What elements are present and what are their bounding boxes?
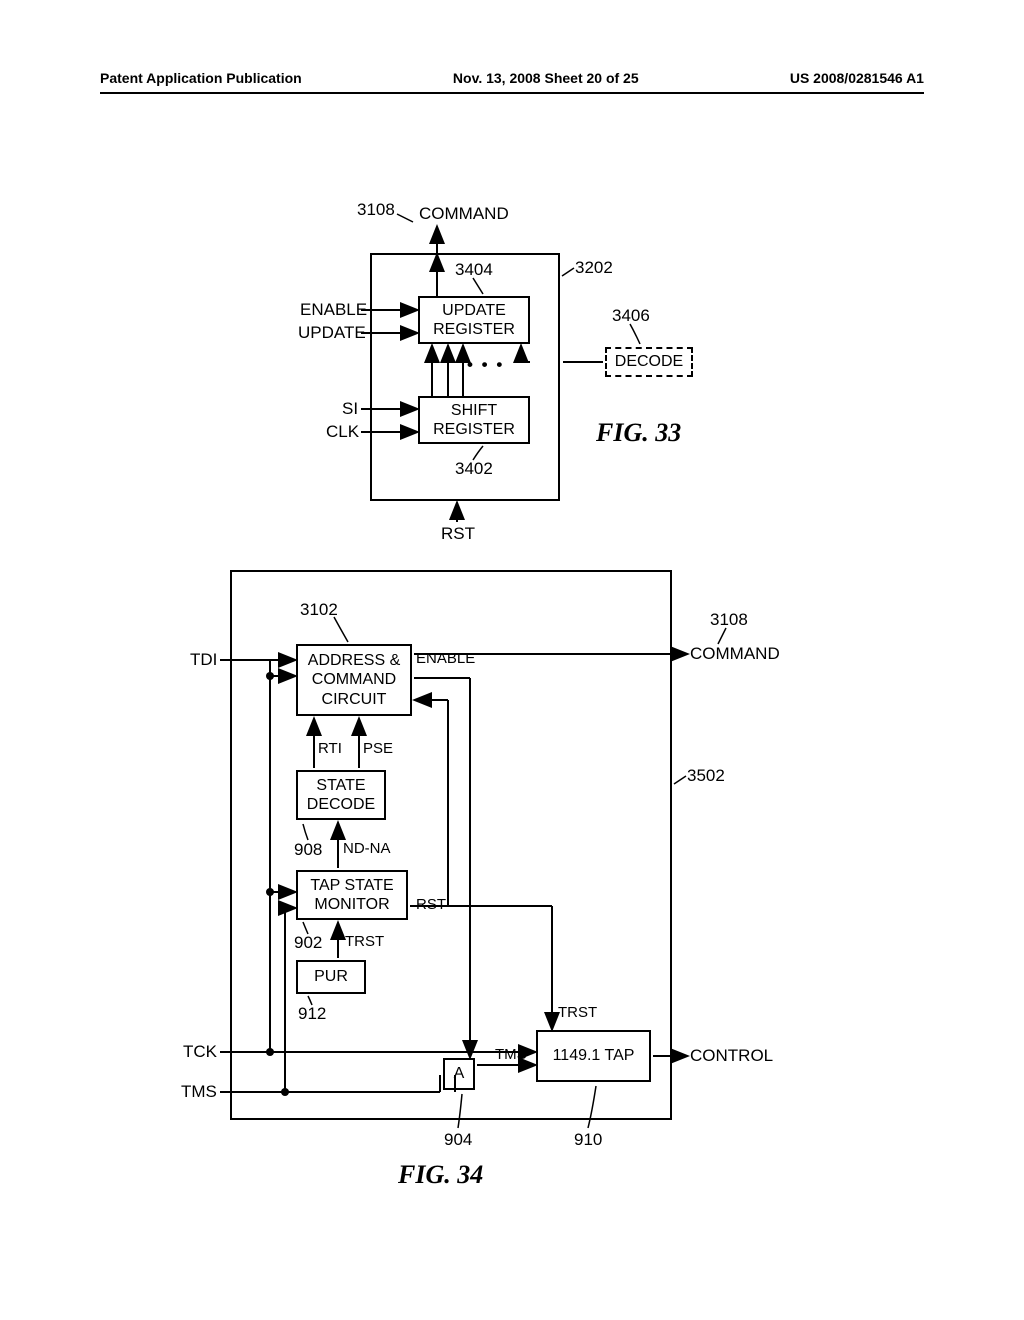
tap-line1: TAP STATE (310, 876, 393, 895)
tap-1149-block: 1149.1 TAP (536, 1030, 651, 1082)
decode-label: DECODE (615, 353, 683, 371)
header-right: US 2008/0281546 A1 (790, 70, 924, 86)
update-label: UPDATE (298, 323, 366, 343)
ref-3406: 3406 (612, 306, 650, 326)
state-line1: STATE (316, 776, 365, 795)
enable-label34: ENABLE (416, 650, 475, 667)
a-gate-block: A (443, 1058, 475, 1090)
ref-902: 902 (294, 933, 322, 953)
ref-3502: 3502 (687, 766, 725, 786)
pur-block: PUR (296, 960, 366, 994)
shift-register-line1: SHIFT (451, 401, 497, 420)
si-label: SI (342, 399, 358, 419)
ref-910: 910 (574, 1130, 602, 1150)
ref-3108: 3108 (357, 200, 395, 220)
addr-line1: ADDRESS & (308, 651, 400, 670)
a-label: A (454, 1064, 465, 1083)
tmsp-label: TMS' (495, 1046, 530, 1063)
update-register-line1: UPDATE (442, 301, 506, 320)
tdi-label: TDI (190, 650, 217, 670)
command-label: COMMAND (419, 204, 509, 224)
rti-label: RTI (318, 740, 342, 757)
ref-904: 904 (444, 1130, 472, 1150)
pur-label: PUR (314, 967, 348, 986)
shift-register-block: SHIFT REGISTER (418, 396, 530, 444)
state-decode-block: STATE DECODE (296, 770, 386, 820)
control-out-label: CONTROL (690, 1046, 773, 1066)
header-center: Nov. 13, 2008 Sheet 20 of 25 (453, 70, 639, 86)
rst-label34: RST (416, 896, 446, 913)
trst1-label: TRST (345, 933, 384, 950)
ref-3108-34: 3108 (710, 610, 748, 630)
tap1149-label: 1149.1 TAP (553, 1046, 635, 1065)
header-left: Patent Application Publication (100, 70, 302, 86)
addr-line3: CIRCUIT (322, 690, 387, 709)
fig34-label: FIG. 34 (398, 1160, 483, 1190)
ref-912: 912 (298, 1004, 326, 1024)
ref-3404: 3404 (455, 260, 493, 280)
ref-3202: 3202 (575, 258, 613, 278)
tck-label: TCK (183, 1042, 217, 1062)
ref-3402: 3402 (455, 459, 493, 479)
dots: • • • (467, 355, 504, 375)
clk-label: CLK (326, 422, 359, 442)
trst2-label: TRST (558, 1004, 597, 1021)
ref-3102: 3102 (300, 600, 338, 620)
shift-register-line2: REGISTER (433, 420, 515, 439)
ref-908: 908 (294, 840, 322, 860)
addr-line2: COMMAND (312, 670, 396, 689)
ndna-label: ND-NA (343, 840, 391, 857)
fig33-label: FIG. 33 (596, 418, 681, 448)
pse-label: PSE (363, 740, 393, 757)
enable-label: ENABLE (300, 300, 367, 320)
tms-label: TMS (181, 1082, 217, 1102)
command-out-label: COMMAND (690, 644, 780, 664)
rst-label: RST (441, 524, 475, 544)
tap-line2: MONITOR (314, 895, 389, 914)
update-register-block: UPDATE REGISTER (418, 296, 530, 344)
decode-block: DECODE (605, 347, 693, 377)
update-register-line2: REGISTER (433, 320, 515, 339)
addr-cmd-block: ADDRESS & COMMAND CIRCUIT (296, 644, 412, 716)
page-header: Patent Application Publication Nov. 13, … (100, 70, 924, 94)
state-line2: DECODE (307, 795, 375, 814)
tap-state-monitor-block: TAP STATE MONITOR (296, 870, 408, 920)
